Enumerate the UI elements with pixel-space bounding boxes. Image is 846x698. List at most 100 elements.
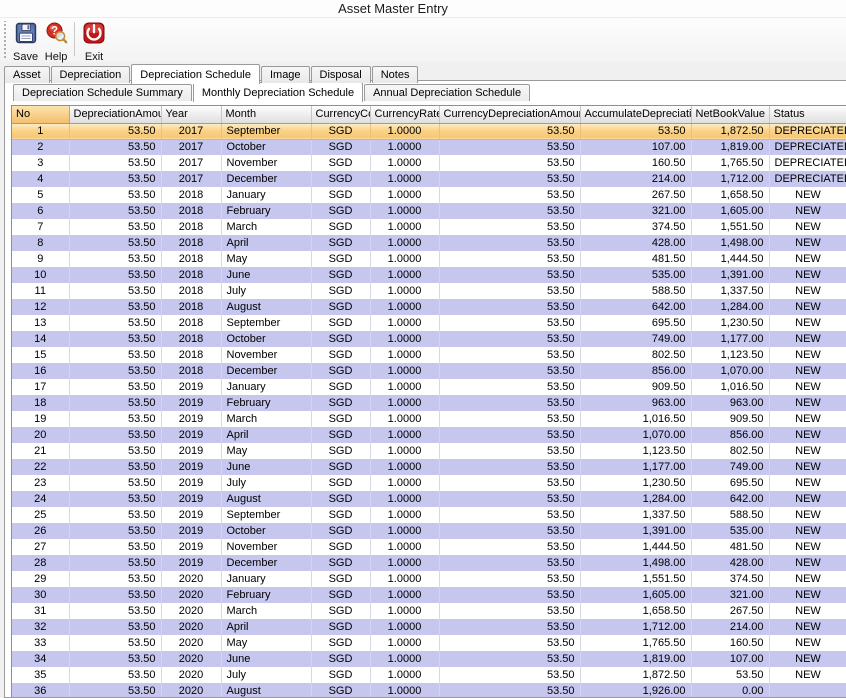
cell-accumulatedepreciation[interactable]: 588.50 <box>580 283 691 299</box>
cell-currencydepreciationamount[interactable]: 53.50 <box>439 443 580 459</box>
cell-currencydepreciationamount[interactable]: 53.50 <box>439 363 580 379</box>
cell-status[interactable]: DEPRECIATED <box>769 171 846 187</box>
cell-currencyrate[interactable]: 1.0000 <box>370 171 439 187</box>
cell-month[interactable]: August <box>221 491 311 507</box>
cell-no[interactable]: 22 <box>12 459 69 475</box>
cell-month[interactable]: February <box>221 203 311 219</box>
cell-currencyrate[interactable]: 1.0000 <box>370 491 439 507</box>
cell-month[interactable]: September <box>221 507 311 523</box>
cell-accumulatedepreciation[interactable]: 695.50 <box>580 315 691 331</box>
cell-currencycode[interactable]: SGD <box>311 587 370 603</box>
table-row[interactable]: 1353.502018SeptemberSGD1.000053.50695.50… <box>12 315 846 331</box>
cell-currencyrate[interactable]: 1.0000 <box>370 523 439 539</box>
cell-status[interactable]: NEW <box>769 187 846 203</box>
cell-currencydepreciationamount[interactable]: 53.50 <box>439 507 580 523</box>
cell-status[interactable]: NEW <box>769 443 846 459</box>
cell-year[interactable]: 2019 <box>161 491 221 507</box>
cell-accumulatedepreciation[interactable]: 321.00 <box>580 203 691 219</box>
cell-month[interactable]: July <box>221 667 311 683</box>
cell-status[interactable]: NEW <box>769 251 846 267</box>
cell-depreciationamount[interactable]: 53.50 <box>69 251 161 267</box>
cell-currencyrate[interactable]: 1.0000 <box>370 203 439 219</box>
cell-depreciationamount[interactable]: 53.50 <box>69 171 161 187</box>
column-header-depreciationamount[interactable]: DepreciationAmount <box>69 106 161 123</box>
cell-no[interactable]: 19 <box>12 411 69 427</box>
cell-netbookvalue[interactable]: 1,712.00 <box>691 171 769 187</box>
cell-currencycode[interactable]: SGD <box>311 619 370 635</box>
cell-year[interactable]: 2019 <box>161 539 221 555</box>
cell-no[interactable]: 3 <box>12 155 69 171</box>
cell-currencyrate[interactable]: 1.0000 <box>370 619 439 635</box>
cell-month[interactable]: January <box>221 571 311 587</box>
cell-currencycode[interactable]: SGD <box>311 667 370 683</box>
cell-currencyrate[interactable]: 1.0000 <box>370 651 439 667</box>
cell-accumulatedepreciation[interactable]: 749.00 <box>580 331 691 347</box>
cell-month[interactable]: May <box>221 635 311 651</box>
cell-status[interactable]: NEW <box>769 299 846 315</box>
cell-year[interactable]: 2020 <box>161 667 221 683</box>
cell-currencyrate[interactable]: 1.0000 <box>370 139 439 155</box>
cell-currencyrate[interactable]: 1.0000 <box>370 283 439 299</box>
cell-accumulatedepreciation[interactable]: 1,444.50 <box>580 539 691 555</box>
cell-currencydepreciationamount[interactable]: 53.50 <box>439 187 580 203</box>
cell-status[interactable]: NEW <box>769 427 846 443</box>
cell-accumulatedepreciation[interactable]: 374.50 <box>580 219 691 235</box>
table-row[interactable]: 853.502018AprilSGD1.000053.50428.001,498… <box>12 235 846 251</box>
column-header-currencydepreciationamount[interactable]: CurrencyDepreciationAmount <box>439 106 580 123</box>
cell-month[interactable]: August <box>221 299 311 315</box>
cell-depreciationamount[interactable]: 53.50 <box>69 443 161 459</box>
cell-currencydepreciationamount[interactable]: 53.50 <box>439 411 580 427</box>
cell-depreciationamount[interactable]: 53.50 <box>69 203 161 219</box>
cell-netbookvalue[interactable]: 1,498.00 <box>691 235 769 251</box>
cell-month[interactable]: April <box>221 235 311 251</box>
tab-depreciation-schedule-summary[interactable]: Depreciation Schedule Summary <box>13 84 192 101</box>
cell-currencycode[interactable]: SGD <box>311 203 370 219</box>
cell-netbookvalue[interactable]: 1,230.50 <box>691 315 769 331</box>
cell-currencydepreciationamount[interactable]: 53.50 <box>439 523 580 539</box>
cell-currencycode[interactable]: SGD <box>311 251 370 267</box>
cell-currencydepreciationamount[interactable]: 53.50 <box>439 427 580 443</box>
cell-no[interactable]: 20 <box>12 427 69 443</box>
cell-currencycode[interactable]: SGD <box>311 491 370 507</box>
cell-depreciationamount[interactable]: 53.50 <box>69 155 161 171</box>
cell-currencydepreciationamount[interactable]: 53.50 <box>439 379 580 395</box>
cell-status[interactable]: NEW <box>769 411 846 427</box>
cell-netbookvalue[interactable]: 1,391.00 <box>691 267 769 283</box>
cell-netbookvalue[interactable]: 1,337.50 <box>691 283 769 299</box>
cell-no[interactable]: 33 <box>12 635 69 651</box>
table-row[interactable]: 1753.502019JanuarySGD1.000053.50909.501,… <box>12 379 846 395</box>
cell-depreciationamount[interactable]: 53.50 <box>69 683 161 698</box>
cell-currencycode[interactable]: SGD <box>311 171 370 187</box>
cell-accumulatedepreciation[interactable]: 107.00 <box>580 139 691 155</box>
exit-button[interactable]: Exit <box>79 20 109 64</box>
cell-currencycode[interactable]: SGD <box>311 123 370 139</box>
cell-no[interactable]: 35 <box>12 667 69 683</box>
cell-currencycode[interactable]: SGD <box>311 187 370 203</box>
cell-netbookvalue[interactable]: 1,123.50 <box>691 347 769 363</box>
cell-netbookvalue[interactable]: 214.00 <box>691 619 769 635</box>
cell-month[interactable]: December <box>221 363 311 379</box>
cell-year[interactable]: 2017 <box>161 155 221 171</box>
cell-currencydepreciationamount[interactable]: 53.50 <box>439 171 580 187</box>
cell-netbookvalue[interactable]: 428.00 <box>691 555 769 571</box>
cell-year[interactable]: 2018 <box>161 267 221 283</box>
cell-month[interactable]: October <box>221 523 311 539</box>
cell-netbookvalue[interactable]: 107.00 <box>691 651 769 667</box>
cell-currencydepreciationamount[interactable]: 53.50 <box>439 587 580 603</box>
cell-accumulatedepreciation[interactable]: 1,391.00 <box>580 523 691 539</box>
cell-year[interactable]: 2019 <box>161 427 221 443</box>
cell-status[interactable]: NEW <box>769 651 846 667</box>
cell-currencyrate[interactable]: 1.0000 <box>370 507 439 523</box>
cell-year[interactable]: 2018 <box>161 251 221 267</box>
tab-depreciation-schedule[interactable]: Depreciation Schedule <box>131 64 260 84</box>
cell-depreciationamount[interactable]: 53.50 <box>69 475 161 491</box>
cell-accumulatedepreciation[interactable]: 1,819.00 <box>580 651 691 667</box>
cell-currencyrate[interactable]: 1.0000 <box>370 235 439 251</box>
cell-currencydepreciationamount[interactable]: 53.50 <box>439 667 580 683</box>
cell-currencydepreciationamount[interactable]: 53.50 <box>439 267 580 283</box>
column-header-no[interactable]: No <box>12 106 69 123</box>
cell-currencydepreciationamount[interactable]: 53.50 <box>439 315 580 331</box>
cell-month[interactable]: July <box>221 475 311 491</box>
cell-status[interactable]: DEPRECIATED <box>769 123 846 139</box>
cell-month[interactable]: December <box>221 555 311 571</box>
